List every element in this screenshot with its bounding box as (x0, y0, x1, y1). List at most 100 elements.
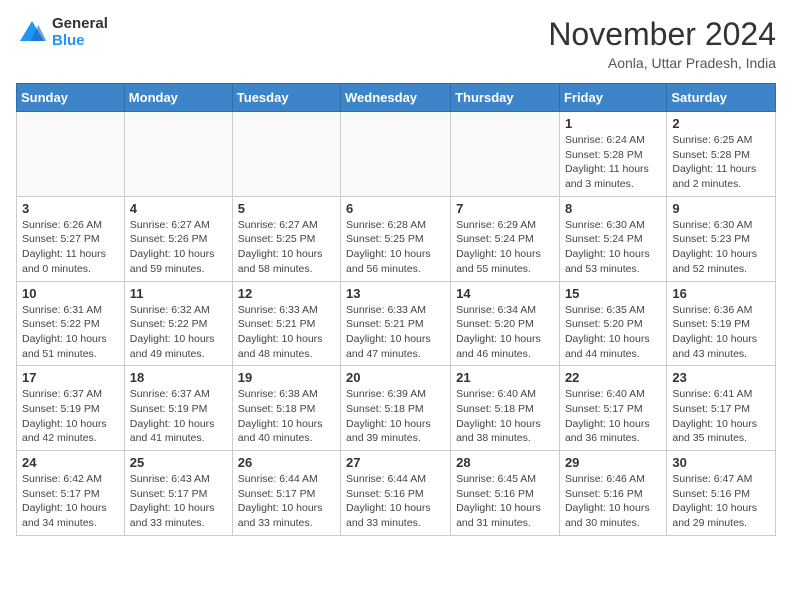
week-row-4: 17 Sunrise: 6:37 AM Sunset: 5:19 PM Dayli… (17, 366, 776, 451)
logo-general: General (52, 16, 108, 33)
day-info: Sunrise: 6:47 AM Sunset: 5:16 PM Dayligh… (672, 472, 770, 531)
day-number: 2 (672, 116, 770, 131)
day-number: 25 (130, 455, 227, 470)
calendar-header: SundayMondayTuesdayWednesdayThursdayFrid… (17, 84, 776, 112)
calendar-cell: 26 Sunrise: 6:44 AM Sunset: 5:17 PM Dayli… (232, 451, 340, 536)
calendar-cell: 23 Sunrise: 6:41 AM Sunset: 5:17 PM Dayli… (667, 366, 776, 451)
day-info: Sunrise: 6:38 AM Sunset: 5:18 PM Dayligh… (238, 387, 335, 446)
calendar-cell (124, 112, 232, 197)
day-info: Sunrise: 6:44 AM Sunset: 5:17 PM Dayligh… (238, 472, 335, 531)
calendar-cell (232, 112, 340, 197)
day-info: Sunrise: 6:37 AM Sunset: 5:19 PM Dayligh… (22, 387, 119, 446)
day-number: 11 (130, 286, 227, 301)
calendar-cell: 27 Sunrise: 6:44 AM Sunset: 5:16 PM Dayli… (341, 451, 451, 536)
day-number: 16 (672, 286, 770, 301)
day-number: 14 (456, 286, 554, 301)
calendar-cell: 9 Sunrise: 6:30 AM Sunset: 5:23 PM Daylig… (667, 196, 776, 281)
day-number: 27 (346, 455, 445, 470)
weekday-header-friday: Friday (559, 84, 666, 112)
week-row-2: 3Sunrise: 6:26 AM Sunset: 5:27 PM Daylig… (17, 196, 776, 281)
calendar-cell (341, 112, 451, 197)
calendar-cell: 28 Sunrise: 6:45 AM Sunset: 5:16 PM Dayli… (451, 451, 560, 536)
day-info: Sunrise: 6:33 AM Sunset: 5:21 PM Dayligh… (238, 303, 335, 362)
day-number: 23 (672, 370, 770, 385)
day-info: Sunrise: 6:29 AM Sunset: 5:24 PM Dayligh… (456, 218, 554, 277)
calendar-cell: 1Sunrise: 6:24 AM Sunset: 5:28 PM Daylig… (559, 112, 666, 197)
calendar-cell: 30 Sunrise: 6:47 AM Sunset: 5:16 PM Dayli… (667, 451, 776, 536)
logo-blue: Blue (52, 33, 108, 50)
logo: General Blue (16, 16, 108, 49)
calendar-body: 1Sunrise: 6:24 AM Sunset: 5:28 PM Daylig… (17, 112, 776, 536)
day-info: Sunrise: 6:27 AM Sunset: 5:25 PM Dayligh… (238, 218, 335, 277)
day-number: 20 (346, 370, 445, 385)
calendar-cell: 20Sunrise: 6:39 AM Sunset: 5:18 PM Dayli… (341, 366, 451, 451)
calendar-cell: 25Sunrise: 6:43 AM Sunset: 5:17 PM Dayli… (124, 451, 232, 536)
calendar-cell: 4Sunrise: 6:27 AM Sunset: 5:26 PM Daylig… (124, 196, 232, 281)
day-number: 6 (346, 201, 445, 216)
day-info: Sunrise: 6:35 AM Sunset: 5:20 PM Dayligh… (565, 303, 661, 362)
day-number: 4 (130, 201, 227, 216)
day-number: 8 (565, 201, 661, 216)
calendar-cell: 17 Sunrise: 6:37 AM Sunset: 5:19 PM Dayli… (17, 366, 125, 451)
calendar-cell: 3Sunrise: 6:26 AM Sunset: 5:27 PM Daylig… (17, 196, 125, 281)
calendar-cell: 8 Sunrise: 6:30 AM Sunset: 5:24 PM Daylig… (559, 196, 666, 281)
day-info: Sunrise: 6:45 AM Sunset: 5:16 PM Dayligh… (456, 472, 554, 531)
title-block: November 2024 Aonla, Uttar Pradesh, Indi… (548, 16, 776, 71)
calendar-cell: 13 Sunrise: 6:33 AM Sunset: 5:21 PM Dayli… (341, 281, 451, 366)
day-info: Sunrise: 6:25 AM Sunset: 5:28 PM Dayligh… (672, 133, 770, 192)
day-info: Sunrise: 6:28 AM Sunset: 5:25 PM Dayligh… (346, 218, 445, 277)
day-info: Sunrise: 6:26 AM Sunset: 5:27 PM Dayligh… (22, 218, 119, 277)
calendar-cell: 2 Sunrise: 6:25 AM Sunset: 5:28 PM Daylig… (667, 112, 776, 197)
day-info: Sunrise: 6:41 AM Sunset: 5:17 PM Dayligh… (672, 387, 770, 446)
page-header: General Blue November 2024 Aonla, Uttar … (16, 16, 776, 71)
day-info: Sunrise: 6:40 AM Sunset: 5:17 PM Dayligh… (565, 387, 661, 446)
day-number: 9 (672, 201, 770, 216)
day-info: Sunrise: 6:40 AM Sunset: 5:18 PM Dayligh… (456, 387, 554, 446)
calendar-cell: 19Sunrise: 6:38 AM Sunset: 5:18 PM Dayli… (232, 366, 340, 451)
day-number: 10 (22, 286, 119, 301)
logo-icon (16, 17, 48, 49)
week-row-3: 10 Sunrise: 6:31 AM Sunset: 5:22 PM Dayli… (17, 281, 776, 366)
calendar-cell: 12 Sunrise: 6:33 AM Sunset: 5:21 PM Dayli… (232, 281, 340, 366)
calendar-cell: 24Sunrise: 6:42 AM Sunset: 5:17 PM Dayli… (17, 451, 125, 536)
weekday-header-thursday: Thursday (451, 84, 560, 112)
calendar-cell: 14 Sunrise: 6:34 AM Sunset: 5:20 PM Dayli… (451, 281, 560, 366)
day-number: 26 (238, 455, 335, 470)
calendar-cell: 21 Sunrise: 6:40 AM Sunset: 5:18 PM Dayli… (451, 366, 560, 451)
calendar-cell: 22 Sunrise: 6:40 AM Sunset: 5:17 PM Dayli… (559, 366, 666, 451)
weekday-header-tuesday: Tuesday (232, 84, 340, 112)
day-info: Sunrise: 6:44 AM Sunset: 5:16 PM Dayligh… (346, 472, 445, 531)
calendar-cell (17, 112, 125, 197)
day-number: 24 (22, 455, 119, 470)
day-info: Sunrise: 6:30 AM Sunset: 5:23 PM Dayligh… (672, 218, 770, 277)
calendar-cell: 7 Sunrise: 6:29 AM Sunset: 5:24 PM Daylig… (451, 196, 560, 281)
day-info: Sunrise: 6:37 AM Sunset: 5:19 PM Dayligh… (130, 387, 227, 446)
day-info: Sunrise: 6:46 AM Sunset: 5:16 PM Dayligh… (565, 472, 661, 531)
day-info: Sunrise: 6:24 AM Sunset: 5:28 PM Dayligh… (565, 133, 661, 192)
location: Aonla, Uttar Pradesh, India (548, 55, 776, 71)
day-info: Sunrise: 6:32 AM Sunset: 5:22 PM Dayligh… (130, 303, 227, 362)
day-number: 5 (238, 201, 335, 216)
day-number: 13 (346, 286, 445, 301)
month-title: November 2024 (548, 16, 776, 53)
day-info: Sunrise: 6:31 AM Sunset: 5:22 PM Dayligh… (22, 303, 119, 362)
day-info: Sunrise: 6:36 AM Sunset: 5:19 PM Dayligh… (672, 303, 770, 362)
day-number: 7 (456, 201, 554, 216)
calendar-cell: 16 Sunrise: 6:36 AM Sunset: 5:19 PM Dayli… (667, 281, 776, 366)
day-number: 17 (22, 370, 119, 385)
day-number: 12 (238, 286, 335, 301)
weekday-header-sunday: Sunday (17, 84, 125, 112)
calendar-cell: 11 Sunrise: 6:32 AM Sunset: 5:22 PM Dayli… (124, 281, 232, 366)
day-number: 28 (456, 455, 554, 470)
day-number: 15 (565, 286, 661, 301)
day-info: Sunrise: 6:30 AM Sunset: 5:24 PM Dayligh… (565, 218, 661, 277)
day-number: 21 (456, 370, 554, 385)
calendar-cell: 29Sunrise: 6:46 AM Sunset: 5:16 PM Dayli… (559, 451, 666, 536)
day-number: 22 (565, 370, 661, 385)
day-info: Sunrise: 6:34 AM Sunset: 5:20 PM Dayligh… (456, 303, 554, 362)
header-row: SundayMondayTuesdayWednesdayThursdayFrid… (17, 84, 776, 112)
calendar-cell: 10 Sunrise: 6:31 AM Sunset: 5:22 PM Dayli… (17, 281, 125, 366)
day-number: 30 (672, 455, 770, 470)
day-info: Sunrise: 6:33 AM Sunset: 5:21 PM Dayligh… (346, 303, 445, 362)
day-number: 18 (130, 370, 227, 385)
